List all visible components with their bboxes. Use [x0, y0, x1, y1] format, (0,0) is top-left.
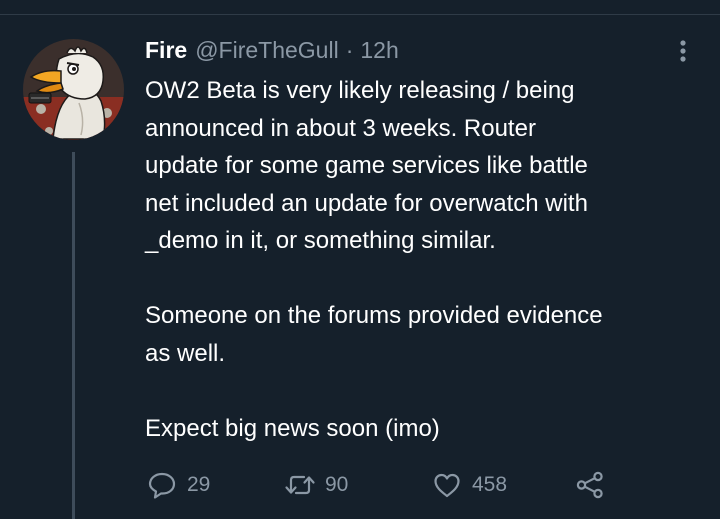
reply-count: 29: [187, 473, 211, 496]
share-button[interactable]: [573, 467, 607, 503]
top-divider: [0, 14, 720, 15]
speech-bubble-icon: [145, 468, 179, 502]
more-options-button[interactable]: [670, 36, 696, 66]
tweet-text: OW2 Beta is very likely releasing / bein…: [145, 72, 705, 447]
tweet-text-line: Expect big news soon (imo): [145, 414, 440, 442]
reply-button[interactable]: 29: [145, 467, 210, 503]
header-separator: ·: [345, 36, 354, 63]
tweet-text-line: OW2 Beta is very likely releasing / bein…: [145, 77, 575, 104]
vertical-ellipsis-icon: [680, 40, 686, 62]
tweet-text-line: announced in about 3 weeks. Router: [145, 114, 536, 142]
retweet-button[interactable]: 90: [283, 467, 348, 503]
tweet-timestamp[interactable]: 12h: [360, 37, 398, 64]
heart-outline-icon: [430, 468, 464, 502]
like-count: 458: [472, 473, 508, 496]
tweet-text-line: Someone on the forums provided evidence: [145, 302, 603, 329]
tweet-text-line: as well.: [145, 339, 226, 367]
tweet-action-bar: 29 90 458: [145, 467, 625, 503]
tweet-text-line: net included an update for overwatch wit…: [145, 189, 588, 217]
tweet-text-line: _demo in it, or something similar.: [145, 227, 496, 254]
tweet-text-line: update for some game services like battl…: [145, 152, 588, 179]
thread-line: [72, 152, 75, 519]
seagull-avatar-image: [23, 39, 124, 140]
share-nodes-icon: [573, 468, 607, 502]
like-button[interactable]: 458: [430, 467, 507, 503]
retweet-count: 90: [325, 473, 349, 496]
display-name[interactable]: Fire: [145, 37, 187, 64]
user-handle[interactable]: @FireTheGull: [195, 37, 339, 64]
tweet-header: Fire @FireTheGull · 12h: [145, 35, 399, 65]
avatar[interactable]: [23, 39, 124, 140]
retweet-arrows-icon: [283, 468, 317, 502]
